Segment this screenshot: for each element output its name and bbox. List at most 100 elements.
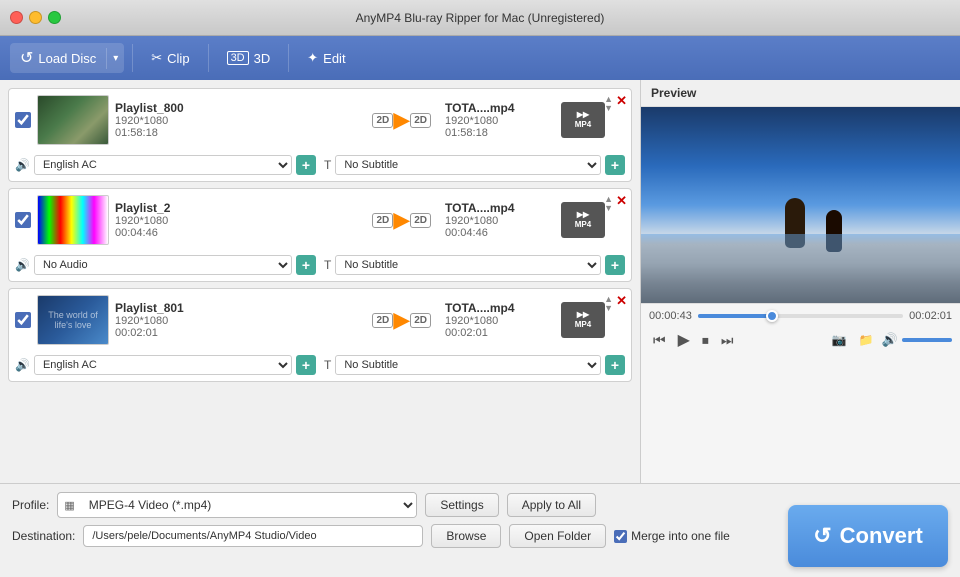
window-controls <box>10 11 61 24</box>
folder-button[interactable]: 📁 <box>855 331 878 349</box>
bottom-bar: Profile: ▦ MPEG-4 Video (*.mp4) Settings… <box>0 483 960 577</box>
timeline-played <box>698 314 772 318</box>
skip-forward-button[interactable]: ⏭ <box>717 330 738 351</box>
stop-button[interactable]: ⏹ <box>698 330 713 351</box>
item-2-name: Playlist_2 <box>115 201 358 215</box>
item-1-sub-select[interactable]: No Subtitle <box>335 155 601 175</box>
volume-slider[interactable] <box>902 338 952 342</box>
item-2-output-dur: 00:04:46 <box>445 227 555 239</box>
item-3-arrow-icon: ▶ <box>393 307 410 333</box>
convert-label: Convert <box>840 523 923 549</box>
screenshot-button[interactable]: 📷 <box>828 331 851 349</box>
load-disc-label: Load Disc <box>38 51 96 66</box>
title-bar: AnyMP4 Blu-ray Ripper for Mac (Unregiste… <box>0 0 960 36</box>
apply-to-all-button[interactable]: Apply to All <box>507 493 596 517</box>
settings-button[interactable]: Settings <box>425 493 498 517</box>
item-2-badge-2d-out: 2D <box>410 213 431 228</box>
profile-select[interactable]: MPEG-4 Video (*.mp4) <box>81 493 417 517</box>
item-1-res: 1920*1080 <box>115 115 358 127</box>
item-1-output-dur: 01:58:18 <box>445 127 555 139</box>
destination-input[interactable] <box>83 525 423 547</box>
item-3-dur: 00:02:01 <box>115 327 358 339</box>
item-3-thumbnail: The world of life's love <box>37 295 109 345</box>
item-2-tracks: 🔊 No Audio English AC + T No Subtitle + <box>15 251 625 275</box>
play-button[interactable]: ▶ <box>674 328 694 352</box>
sub-icon-3: T <box>324 358 331 372</box>
item-1-output-res: 1920*1080 <box>445 115 555 127</box>
total-time: 00:02:01 <box>909 310 952 322</box>
item-3-audio-add[interactable]: + <box>296 355 316 375</box>
item-1-audio-select[interactable]: English AC No Audio <box>34 155 292 175</box>
playlist-item: ✕ ▲ ▼ Playlist_2 1920*1080 00:04:46 2D ▶… <box>8 188 632 282</box>
item-2-audio-add[interactable]: + <box>296 255 316 275</box>
item-2-badge-2d-in: 2D <box>372 213 393 228</box>
3d-label: 3D <box>254 51 271 66</box>
clip-button[interactable]: ✂ Clip <box>141 45 199 71</box>
item-1-checkbox[interactable] <box>15 112 31 128</box>
merge-checkbox[interactable] <box>614 530 627 543</box>
playback-buttons: ⏮ ▶ ⏹ ⏭ 📷 📁 🔊 <box>649 328 952 352</box>
skip-back-button[interactable]: ⏮ <box>649 330 670 351</box>
3d-button[interactable]: 3D 3D <box>217 46 281 71</box>
close-item-3-button[interactable]: ✕ <box>616 293 627 309</box>
item-2-checkbox[interactable] <box>15 212 31 228</box>
expand-1-icon[interactable]: ▲ ▼ <box>604 95 613 113</box>
maximize-button[interactable] <box>48 11 61 24</box>
item-3-tracks: 🔊 English AC No Audio + T No Subtitle + <box>15 351 625 375</box>
close-button[interactable] <box>10 11 23 24</box>
item-2-sub-select[interactable]: No Subtitle <box>335 255 601 275</box>
item-3-audio-select[interactable]: English AC No Audio <box>34 355 292 375</box>
close-item-1-button[interactable]: ✕ <box>616 93 627 109</box>
item-3-badge-2d-in: 2D <box>372 313 393 328</box>
item-2-sub-add[interactable]: + <box>605 255 625 275</box>
expand-2-icon[interactable]: ▲ ▼ <box>604 195 613 213</box>
item-1-tracks: 🔊 English AC No Audio + T No Subtitle + <box>15 151 625 175</box>
disc-icon: ↺ <box>20 48 33 68</box>
preview-title: Preview <box>641 80 960 107</box>
item-3-sub-row: T No Subtitle + <box>324 355 625 375</box>
load-disc-button[interactable]: ↺ Load Disc ▾ <box>10 43 124 73</box>
expand-3-icon[interactable]: ▲ ▼ <box>604 295 613 313</box>
item-2-format-icon[interactable]: ▶▶MP4 <box>561 202 605 238</box>
separator-2 <box>208 44 209 72</box>
item-2-audio-select[interactable]: No Audio English AC <box>34 255 292 275</box>
item-1-badge-2d-out: 2D <box>410 113 431 128</box>
load-disc-dropdown[interactable]: ▾ <box>106 48 124 69</box>
item-1-sub-add[interactable]: + <box>605 155 625 175</box>
timeline-track[interactable] <box>698 314 903 318</box>
close-item-2-button[interactable]: ✕ <box>616 193 627 209</box>
edit-button[interactable]: ✦ Edit <box>297 45 355 71</box>
merge-row: Merge into one file <box>614 529 730 543</box>
playlist-panel[interactable]: ✕ ▲ ▼ Playlist_800 1920*1080 01:58:18 2D… <box>0 80 640 483</box>
current-time: 00:00:43 <box>649 310 692 322</box>
item-2-sub-row: T No Subtitle + <box>324 255 625 275</box>
profile-label: Profile: <box>12 498 49 512</box>
minimize-button[interactable] <box>29 11 42 24</box>
item-3-badge-2d-out: 2D <box>410 313 431 328</box>
item-1-output: TOTA....mp4 1920*1080 01:58:18 <box>445 101 555 139</box>
convert-button[interactable]: ↺ Convert <box>788 505 948 567</box>
item-3-output-res: 1920*1080 <box>445 315 555 327</box>
convert-icon: ↺ <box>813 523 831 549</box>
item-3-sub-add[interactable]: + <box>605 355 625 375</box>
browse-button[interactable]: Browse <box>431 524 501 548</box>
water-overlay <box>641 234 960 303</box>
clip-label: Clip <box>167 51 189 66</box>
item-1-arrow: 2D ▶ 2D <box>364 107 439 133</box>
item-3-format-icon[interactable]: ▶▶MP4 <box>561 302 605 338</box>
load-disc-main[interactable]: ↺ Load Disc <box>10 43 106 73</box>
scissors-icon: ✂ <box>151 50 162 66</box>
separator-3 <box>288 44 289 72</box>
item-1-format-icon[interactable]: ▶▶MP4 <box>561 102 605 138</box>
item-1-header: Playlist_800 1920*1080 01:58:18 2D ▶ 2D … <box>15 95 625 145</box>
3d-icon: 3D <box>227 51 249 65</box>
main-content: ✕ ▲ ▼ Playlist_800 1920*1080 01:58:18 2D… <box>0 80 960 483</box>
item-3-sub-select[interactable]: No Subtitle <box>335 355 601 375</box>
preview-video <box>641 107 960 303</box>
item-2-header: Playlist_2 1920*1080 00:04:46 2D ▶ 2D TO… <box>15 195 625 245</box>
item-3-checkbox[interactable] <box>15 312 31 328</box>
item-2-output: TOTA....mp4 1920*1080 00:04:46 <box>445 201 555 239</box>
open-folder-button[interactable]: Open Folder <box>509 524 606 548</box>
audio-icon-3: 🔊 <box>15 358 30 372</box>
item-1-audio-add[interactable]: + <box>296 155 316 175</box>
